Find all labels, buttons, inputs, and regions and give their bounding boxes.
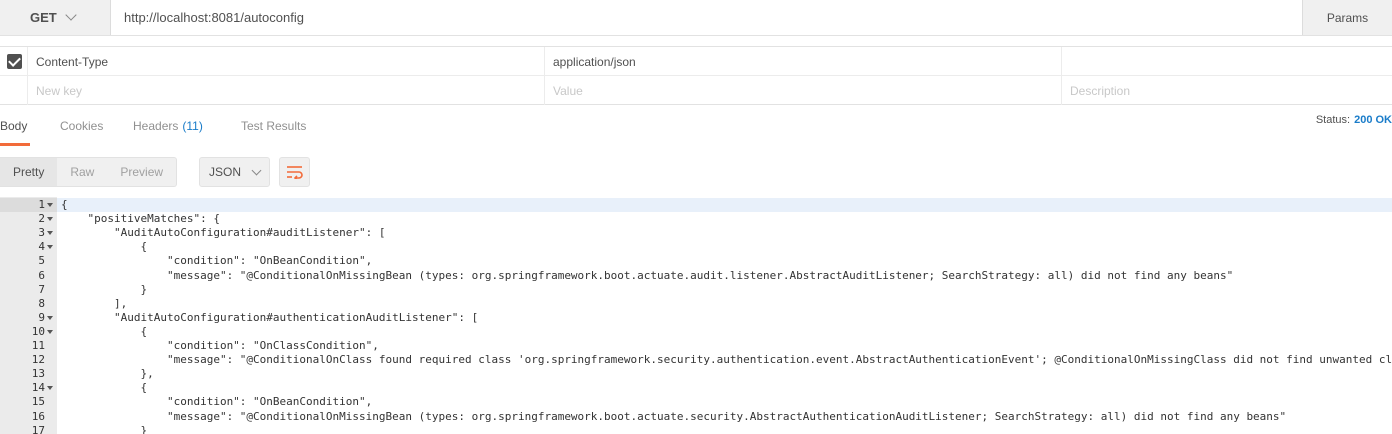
response-tabs: Body Cookies Headers (11) Test Results — [0, 106, 1392, 146]
fold-arrow-icon[interactable] — [47, 386, 53, 391]
line-number: 5 — [38, 254, 45, 268]
tab-cookies[interactable]: Cookies — [60, 106, 103, 146]
code-text: } — [61, 423, 148, 434]
wrap-lines-button[interactable] — [279, 157, 310, 187]
line-number: 8 — [38, 296, 45, 310]
line-number: 6 — [38, 268, 45, 282]
line-number: 10 — [31, 324, 45, 338]
line-number: 13 — [31, 367, 45, 381]
headers-table: Content-Type application/json New key Va… — [0, 46, 1392, 105]
check-icon[interactable] — [7, 54, 22, 69]
code-line: 7 } — [0, 283, 1392, 297]
code-text: }, — [61, 367, 154, 381]
header-value[interactable]: application/json — [545, 47, 1062, 76]
fold-arrow-icon[interactable] — [47, 329, 53, 334]
tab-body-label: Body — [0, 119, 28, 133]
code-line: 12 "message": "@ConditionalOnClass found… — [0, 353, 1392, 367]
status-badge[interactable]: 200 OK — [1354, 114, 1392, 126]
code-text: "condition": "OnBeanCondition", — [61, 395, 373, 409]
new-key-input[interactable]: New key — [28, 76, 545, 105]
status-label: Status: — [1315, 114, 1351, 126]
response-body-editor[interactable]: 1{2 "positiveMatches": {3 "AuditAutoConf… — [0, 197, 1392, 434]
code-line: 4 { — [0, 240, 1392, 254]
fold-arrow-icon[interactable] — [47, 315, 53, 320]
code-line: 13 }, — [0, 367, 1392, 381]
code-text: { — [61, 198, 68, 211]
code-line: 15 "condition": "OnBeanCondition", — [0, 395, 1392, 409]
view-mode-group: Pretty Raw Preview — [0, 157, 178, 187]
line-number: 11 — [31, 339, 45, 352]
code-text: "message": "@ConditionalOnMissingBean (t… — [61, 268, 1234, 282]
line-number: 4 — [38, 240, 45, 254]
method-label: GET — [30, 10, 57, 25]
code-text: } — [61, 282, 148, 296]
fold-arrow-icon[interactable] — [47, 203, 53, 207]
header-description[interactable] — [1062, 47, 1392, 76]
line-number: 2 — [38, 212, 45, 226]
code-line: 11 "condition": "OnClassCondition", — [0, 339, 1392, 353]
code-text: { — [61, 381, 148, 395]
code-text: { — [61, 240, 148, 254]
code-text: "positiveMatches": { — [61, 212, 220, 226]
fold-arrow-icon[interactable] — [47, 231, 53, 236]
line-number: 7 — [38, 282, 45, 296]
code-text: "message": "@ConditionalOnMissingBean (t… — [61, 409, 1287, 423]
code-line: 5 "condition": "OnBeanCondition", — [0, 254, 1392, 268]
code-text: "AuditAutoConfiguration#auditListener": … — [61, 226, 386, 240]
tab-cookies-label: Cookies — [60, 119, 104, 133]
code-text: ], — [61, 296, 128, 310]
line-number: 12 — [31, 353, 45, 367]
line-number: 17 — [31, 423, 45, 434]
header-key[interactable]: Content-Type — [28, 47, 545, 76]
code-line: 16 "message": "@ConditionalOnMissingBean… — [0, 410, 1392, 424]
method-select[interactable]: GET — [0, 0, 111, 35]
line-number: 16 — [31, 409, 45, 423]
code-line: 14 { — [0, 381, 1392, 395]
code-line: 9 "AuditAutoConfiguration#authentication… — [0, 311, 1392, 325]
new-row-checkbox-cell — [0, 76, 28, 105]
fold-arrow-icon[interactable] — [47, 245, 53, 250]
line-number: 3 — [38, 226, 45, 240]
code-text: "AuditAutoConfiguration#authenticationAu… — [61, 310, 479, 324]
tab-headers-label: Headers — [133, 119, 179, 133]
code-line: 17 } — [0, 424, 1392, 434]
header-row-checkbox-cell[interactable] — [0, 47, 28, 76]
new-value-input[interactable]: Value — [545, 76, 1062, 105]
code-text: "condition": "OnClassCondition", — [61, 339, 379, 352]
preview-button[interactable]: Preview — [107, 158, 176, 186]
tab-body[interactable]: Body — [0, 106, 30, 146]
line-number: 9 — [38, 310, 45, 324]
params-button[interactable]: Params — [1302, 0, 1392, 35]
url-input[interactable]: http://localhost:8081/autoconfig — [112, 0, 1302, 35]
wrap-lines-icon — [286, 166, 303, 179]
code-line: 10 { — [0, 325, 1392, 339]
chevron-down-icon — [65, 9, 77, 21]
header-row: Content-Type application/json — [0, 47, 1392, 76]
line-number: 1 — [38, 198, 45, 211]
code-text: "message": "@ConditionalOnClass found re… — [61, 353, 1392, 367]
tab-test-results[interactable]: Test Results — [241, 106, 306, 146]
request-bar: GET http://localhost:8081/autoconfig Par… — [0, 0, 1392, 36]
code-line: 3 "AuditAutoConfiguration#auditListener"… — [0, 226, 1392, 240]
chevron-down-icon — [251, 165, 262, 175]
format-select[interactable]: JSON — [199, 157, 270, 187]
tab-test-results-label: Test Results — [241, 119, 307, 133]
fold-arrow-icon[interactable] — [47, 217, 53, 222]
line-number: 15 — [31, 395, 45, 409]
code-line: 2 "positiveMatches": { — [0, 212, 1392, 226]
code-line: 1{ — [0, 198, 1392, 212]
raw-button[interactable]: Raw — [57, 158, 107, 186]
pretty-button[interactable]: Pretty — [0, 158, 58, 186]
format-label: JSON — [209, 165, 242, 179]
line-number: 14 — [31, 381, 45, 395]
code-line: 6 "message": "@ConditionalOnMissingBean … — [0, 269, 1392, 283]
status-indicator: Status: 200 OK — [1316, 114, 1392, 126]
code-text: "condition": "OnBeanCondition", — [61, 254, 373, 268]
tab-headers[interactable]: Headers (11) — [133, 106, 203, 146]
code-line: 8 ], — [0, 297, 1392, 311]
new-description-input[interactable]: Description — [1062, 76, 1392, 105]
new-header-row: New key Value Description — [0, 76, 1392, 105]
code-text: { — [61, 324, 148, 338]
headers-count-badge: (11) — [182, 119, 203, 133]
